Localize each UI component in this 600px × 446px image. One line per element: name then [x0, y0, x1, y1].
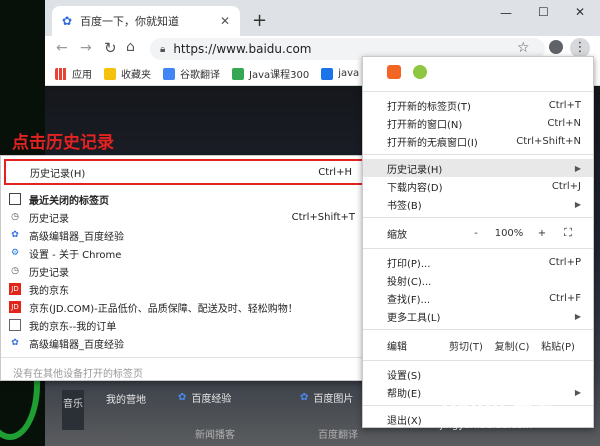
menu-zoom-row: 缩放 - 100% + ⛶: [363, 222, 593, 244]
history-item[interactable]: 我的京东--我的订单: [1, 316, 365, 334]
annotation-text: 点击历史记录: [12, 133, 114, 153]
history-item[interactable]: ✿ 高级编辑器_百度经验: [1, 334, 365, 352]
profile-avatar-icon[interactable]: [549, 40, 563, 54]
chrome-main-menu: 打开新的标签页(T) Ctrl+T 打开新的窗口(N) Ctrl+N 打开新的无痕窗…: [362, 56, 594, 428]
url-text: https://www.baidu.com: [173, 42, 312, 56]
jd-icon: JD: [9, 301, 21, 313]
translate-icon: [163, 67, 175, 80]
chevron-right-icon: ▶: [574, 163, 581, 173]
menu-bookmarks[interactable]: 书签(B) ▶: [363, 195, 593, 213]
menu-print[interactable]: 打印(P)... Ctrl+P: [363, 253, 593, 271]
apps-grid-icon: [55, 67, 67, 80]
back-icon[interactable]: ←: [56, 40, 68, 56]
divider: [363, 154, 593, 155]
history-item[interactable]: JD 我的京东: [1, 280, 365, 298]
tile-translate[interactable]: 百度翻译: [318, 426, 358, 441]
menu-more-tools[interactable]: 更多工具(L) ▶: [363, 307, 593, 325]
menu-new-tab[interactable]: 打开新的标签页(T) Ctrl+T: [363, 96, 593, 114]
bookmark-translate[interactable]: 谷歌翻译: [163, 66, 220, 81]
folder-icon: [104, 67, 116, 80]
fullscreen-icon[interactable]: ⛶: [555, 226, 581, 240]
copy-button[interactable]: 复制(C): [489, 338, 535, 353]
divider: [363, 329, 593, 330]
chevron-right-icon: ▶: [574, 311, 581, 321]
menu-find[interactable]: 查找(F)... Ctrl+F: [363, 289, 593, 307]
divider: [363, 91, 593, 92]
history-item[interactable]: ⚙ 设置 - 关于 Chrome: [1, 244, 365, 262]
tile-my-camp[interactable]: 我的营地: [106, 391, 146, 406]
zoom-out-button[interactable]: -: [463, 228, 489, 239]
reload-icon[interactable]: ↻: [104, 39, 117, 57]
lock-icon: 🔒︎: [160, 43, 166, 55]
maximize-icon[interactable]: ☐: [538, 5, 549, 19]
bookmark-star-icon[interactable]: ☆: [517, 40, 530, 56]
history-item[interactable]: ✿ 高级编辑器_百度经验: [1, 226, 365, 244]
tile-baidu-image[interactable]: ✿ 百度图片: [300, 390, 353, 405]
history-item[interactable]: ◷ 历史记录: [1, 262, 365, 280]
extension-green-icon[interactable]: [413, 65, 427, 79]
extension-orange-icon[interactable]: [387, 65, 401, 79]
chrome-menu-button[interactable]: ⋮: [570, 38, 590, 58]
history-submenu-header[interactable]: 历史记录(H) Ctrl+H: [4, 159, 364, 185]
history-items: 最近关闭的标签页 ◷ 历史记录 Ctrl+Shift+T ✿ 高级编辑器_百度经验 ⚙…: [1, 190, 365, 381]
gear-icon: ⚙: [10, 248, 20, 258]
paw-icon: ✿: [300, 392, 309, 403]
window-icon: [9, 193, 21, 205]
bookmark-java300[interactable]: Java课程300: [232, 66, 309, 81]
zoom-in-button[interactable]: +: [529, 228, 555, 239]
bookmark-blue-icon: [321, 67, 334, 80]
divider: [363, 248, 593, 249]
menu-settings[interactable]: 设置(S): [363, 365, 593, 383]
browser-tab[interactable]: ✿ 百度一下，你就知道 ✕: [52, 6, 240, 36]
divider: [1, 357, 365, 358]
history-icon: ◷: [11, 266, 19, 276]
forward-icon[interactable]: →: [80, 40, 92, 56]
menu-downloads[interactable]: 下载内容(D) Ctrl+J: [363, 177, 593, 195]
paste-button[interactable]: 粘贴(P): [535, 338, 581, 353]
chevron-right-icon: ▶: [574, 387, 581, 397]
cut-button[interactable]: 剪切(T): [443, 338, 489, 353]
baidu-paw-icon: ✿: [62, 14, 73, 28]
bookmark-green-icon: [232, 67, 244, 80]
paw-icon: ✿: [178, 392, 187, 403]
menu-edit-row: 编辑 剪切(T) 复制(C) 粘贴(P): [363, 334, 593, 356]
menu-history[interactable]: 历史记录(H) ▶: [363, 159, 593, 177]
history-item[interactable]: ◷ 历史记录 Ctrl+Shift+T: [1, 208, 365, 226]
tile-news[interactable]: 新闻播客: [195, 426, 235, 441]
menu-cast[interactable]: 投射(C)...: [363, 271, 593, 289]
bookmark-favorites[interactable]: 收藏夹: [104, 66, 151, 81]
paw-icon: ✿: [11, 230, 19, 240]
minimize-icon[interactable]: —: [500, 6, 512, 20]
new-tab-button[interactable]: +: [252, 10, 267, 31]
menu-extensions-row: [363, 57, 593, 87]
menu-new-incognito[interactable]: 打开新的无痕窗口(I) Ctrl+Shift+N: [363, 132, 593, 150]
history-footer: 没有在其他设备打开的标签页: [13, 368, 143, 380]
history-item[interactable]: 最近关闭的标签页: [1, 190, 365, 208]
history-item[interactable]: JD 京东(JD.COM)-正品低价、品质保障、配送及时、轻松购物！: [1, 298, 365, 316]
page-icon: [9, 319, 21, 331]
close-tab-icon[interactable]: ✕: [220, 14, 230, 28]
menu-new-window[interactable]: 打开新的窗口(N) Ctrl+N: [363, 114, 593, 132]
zoom-level: 100%: [494, 227, 524, 239]
jd-icon: JD: [9, 283, 21, 295]
close-window-icon[interactable]: ✕: [575, 5, 585, 19]
watermark-logo: Baidu 经验: [440, 392, 553, 416]
bookmark-java[interactable]: java: [321, 67, 359, 80]
music-tab[interactable]: 音乐: [62, 390, 84, 430]
divider: [363, 360, 593, 361]
chevron-right-icon: ▶: [574, 199, 581, 209]
divider: [363, 217, 593, 218]
history-submenu: 历史记录(H) Ctrl+H 最近关闭的标签页 ◷ 历史记录 Ctrl+Shift+…: [0, 155, 366, 381]
bookmark-apps[interactable]: 应用: [55, 66, 92, 81]
history-icon: ◷: [11, 212, 19, 222]
home-icon[interactable]: ⌂: [126, 39, 135, 55]
tile-baidu-jingyan[interactable]: ✿ 百度经验: [178, 390, 231, 405]
paw-icon: ✿: [11, 338, 19, 348]
watermark-url: jingyan.baidu.com: [440, 420, 533, 431]
tab-title: 百度一下，你就知道: [80, 15, 180, 28]
